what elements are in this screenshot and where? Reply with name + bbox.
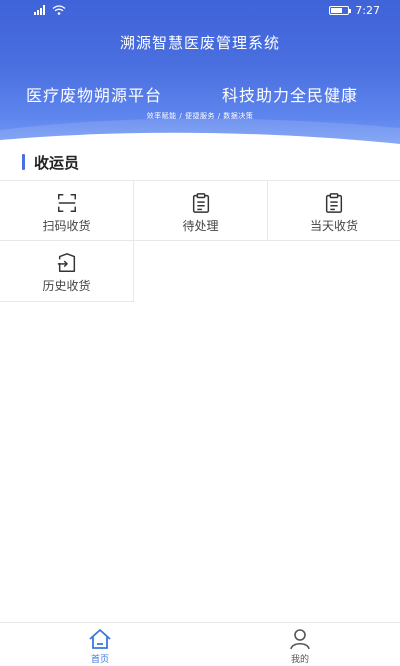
tab-mine[interactable]: 我的 bbox=[270, 627, 330, 665]
grid-item-label: 待处理 bbox=[182, 219, 219, 233]
status-time: 7:27 bbox=[355, 4, 380, 17]
user-icon bbox=[290, 629, 310, 650]
signal-icon bbox=[34, 5, 45, 15]
function-grid: 扫码收货 待处理 当天收货 历史收货 bbox=[0, 180, 400, 302]
home-icon bbox=[89, 629, 111, 649]
history-receive-icon bbox=[57, 253, 75, 272]
grid-item-history-receive[interactable]: 历史收货 bbox=[0, 241, 134, 302]
clipboard-icon bbox=[192, 193, 209, 213]
wifi-icon bbox=[52, 5, 66, 15]
tab-mine-label: 我的 bbox=[290, 655, 309, 665]
slogan-left: 医疗废物朔源平台 bbox=[26, 86, 163, 105]
grid-item-scan-receive[interactable]: 扫码收货 bbox=[0, 180, 134, 241]
section-title: 收运员 bbox=[22, 152, 79, 172]
clipboard-icon bbox=[325, 193, 343, 213]
slogan-right: 科技助力全民健康 bbox=[222, 86, 359, 105]
grid-item-pending[interactable]: 待处理 bbox=[134, 180, 268, 241]
section-accent-bar bbox=[22, 154, 25, 170]
bottom-tab-bar: 首页 我的 bbox=[0, 622, 400, 666]
status-bar: 7:27 bbox=[0, 0, 400, 24]
grid-item-label: 历史收货 bbox=[42, 279, 91, 293]
grid-item-today-receive[interactable]: 当天收货 bbox=[268, 180, 400, 241]
app-title: 溯源智慧医废管理系统 bbox=[119, 34, 280, 52]
header-banner: 7:27 溯源智慧医废管理系统 医疗废物朔源平台 科技助力全民健康 效率赋能 /… bbox=[0, 0, 400, 148]
tab-home-label: 首页 bbox=[90, 655, 109, 665]
grid-item-label: 当天收货 bbox=[309, 219, 358, 233]
section-title-text: 收运员 bbox=[34, 153, 80, 172]
tab-home[interactable]: 首页 bbox=[70, 627, 130, 665]
scan-icon bbox=[57, 194, 76, 212]
grid-item-label: 扫码收货 bbox=[42, 219, 91, 233]
battery-icon bbox=[329, 6, 352, 15]
tagline: 效率赋能 / 便捷服务 / 数据决策 bbox=[146, 112, 254, 120]
